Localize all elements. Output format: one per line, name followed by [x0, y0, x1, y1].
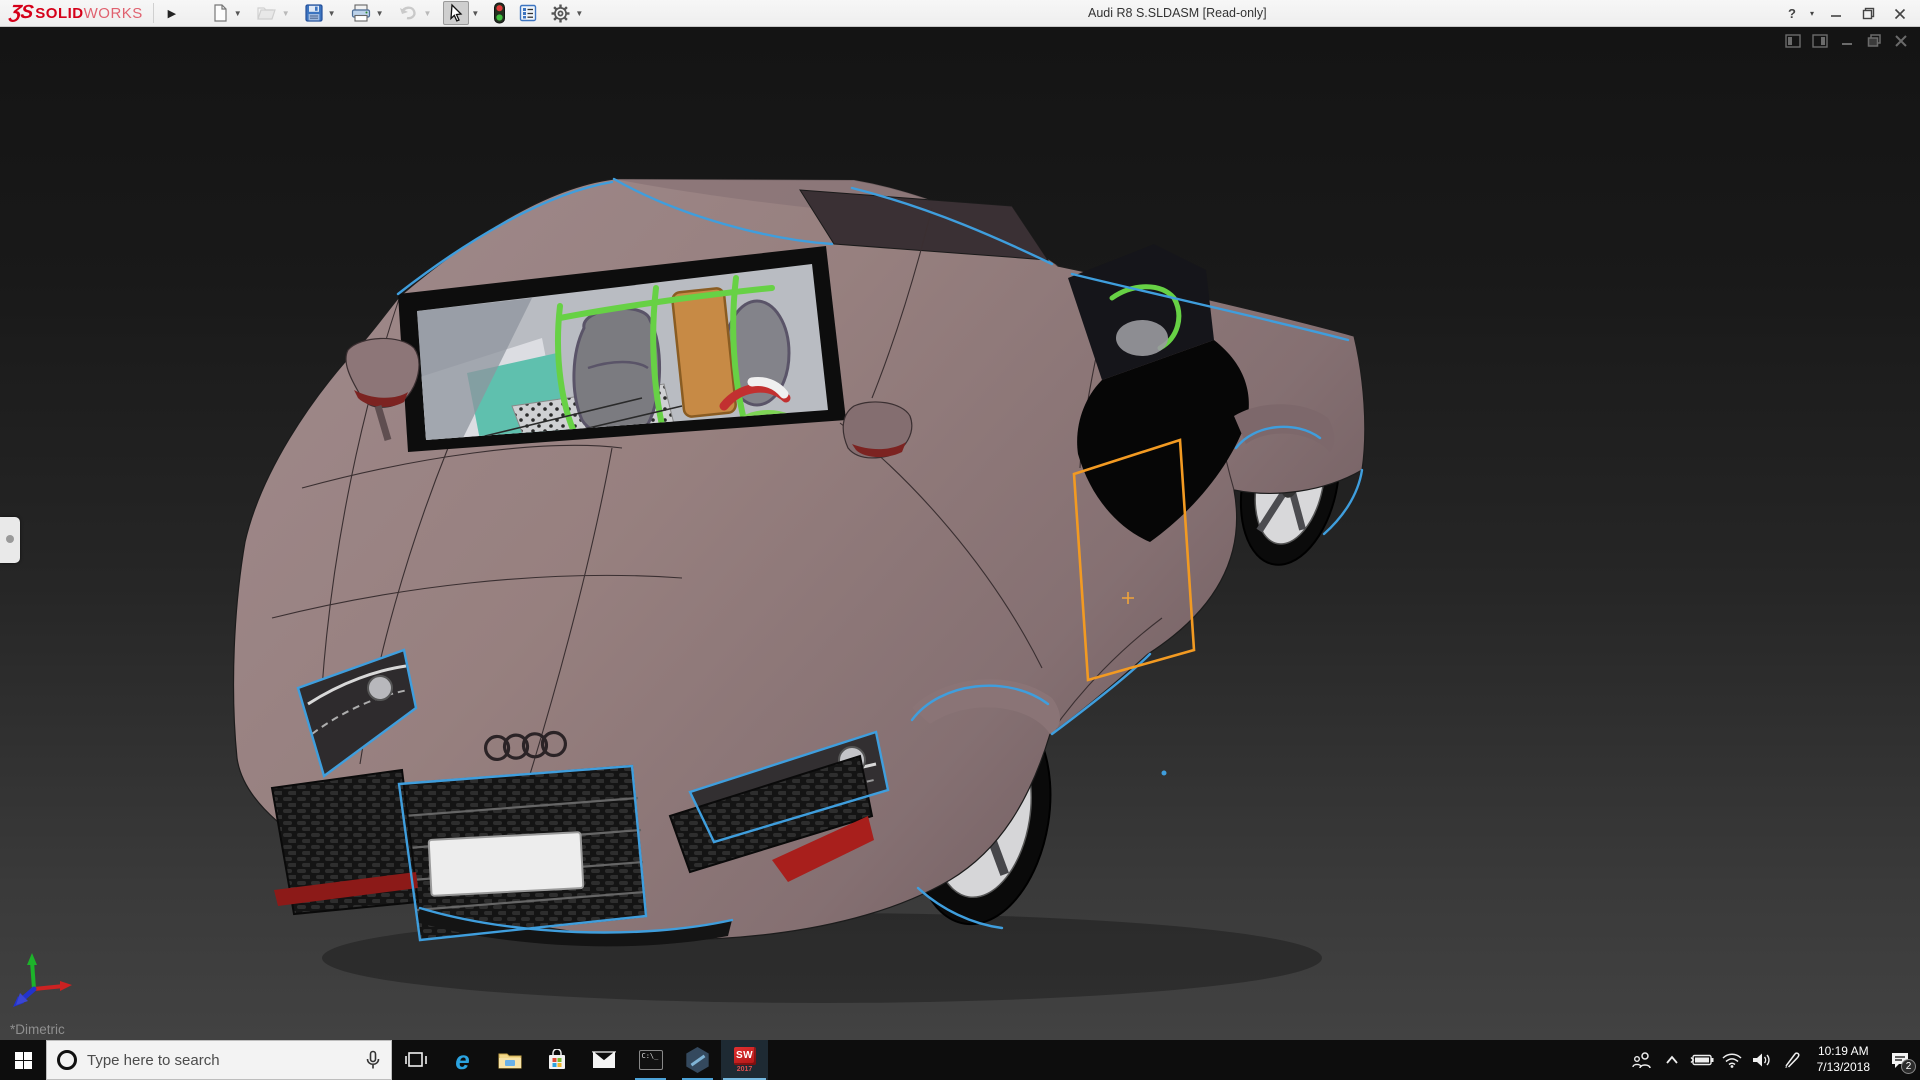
window-controls: ? ▾	[1782, 0, 1914, 27]
solidworks-app: ƷS SOLID WORKS ▶ ▼ ▼ ▼ ▼ ▼ ▼ ▼ Audi R8 S…	[0, 0, 1920, 1080]
gear-icon	[551, 4, 570, 22]
print-icon	[351, 4, 370, 22]
minimize-button[interactable]	[1822, 3, 1850, 25]
orientation-triad	[13, 953, 72, 1007]
hidden-icons-chevron[interactable]	[1657, 1040, 1687, 1080]
doc-close-icon[interactable]	[1892, 33, 1910, 49]
license-plate	[427, 831, 585, 897]
volume-icon[interactable]	[1747, 1040, 1777, 1080]
store-icon	[548, 1049, 565, 1069]
notification-badge: 2	[1901, 1059, 1916, 1074]
hexagon-app-icon	[686, 1047, 709, 1073]
new-document-dropdown[interactable]: ▼	[234, 9, 242, 18]
new-document-icon	[214, 4, 227, 22]
split-pane-right-icon[interactable]	[1811, 33, 1829, 49]
microsoft-store-button[interactable]	[533, 1040, 580, 1080]
feature-manager-collapsed-tab[interactable]	[0, 517, 20, 563]
quick-access-toolbar: ▼ ▼ ▼ ▼ ▼ ▼ ▼	[208, 0, 595, 27]
solidworks-logo-works: WORKS	[83, 4, 143, 22]
split-pane-left-icon[interactable]	[1784, 33, 1802, 49]
open-icon	[256, 7, 276, 20]
right-mirror[interactable]	[842, 401, 913, 459]
save-button[interactable]	[302, 1, 326, 25]
file-explorer-icon	[498, 1053, 521, 1069]
search-input[interactable]	[87, 1051, 355, 1069]
help-dropdown[interactable]: ▾	[1806, 3, 1818, 25]
solidworks-2017-icon: SW 2017	[733, 1047, 756, 1073]
battery-icon[interactable]	[1687, 1040, 1717, 1080]
taskbar-search[interactable]	[46, 1040, 392, 1080]
3d-model-audi-r8[interactable]	[212, 148, 1372, 1020]
vertex-point	[1161, 770, 1167, 776]
solidworks-2017-button[interactable]: SW 2017	[721, 1040, 768, 1080]
system-tray: 10:19 AM 7/13/2018 2	[1627, 1040, 1920, 1080]
edge-icon: e	[455, 1045, 470, 1075]
minimize-icon	[1831, 14, 1841, 17]
print-dropdown[interactable]: ▼	[376, 9, 384, 18]
close-icon	[1894, 8, 1906, 19]
restore-button[interactable]	[1854, 3, 1882, 25]
traffic-light-icon	[494, 2, 506, 24]
taskbar-clock[interactable]: 10:19 AM 7/13/2018	[1807, 1044, 1880, 1075]
windows-logo-icon	[14, 1051, 32, 1069]
windows-taskbar: e	[0, 1040, 1920, 1080]
doc-restore-icon[interactable]	[1865, 33, 1883, 49]
edge-browser-button[interactable]: e	[439, 1040, 486, 1080]
open-dropdown[interactable]: ▼	[282, 9, 290, 18]
options-dropdown[interactable]: ▼	[575, 9, 583, 18]
new-document-button[interactable]	[208, 1, 232, 25]
solidworks-logo: ƷS SOLID WORKS	[0, 0, 149, 27]
command-prompt-icon: C:\_	[638, 1050, 663, 1070]
open-button[interactable]	[254, 1, 280, 25]
undo-dropdown[interactable]: ▼	[423, 9, 431, 18]
microphone-icon[interactable]	[365, 1050, 381, 1070]
display-settings-button[interactable]	[516, 1, 540, 25]
people-icon[interactable]	[1627, 1040, 1657, 1080]
hexagon-app-button[interactable]	[674, 1040, 721, 1080]
mail-button[interactable]	[580, 1040, 627, 1080]
clock-date: 7/13/2018	[1816, 1060, 1870, 1074]
task-view-icon	[404, 1052, 427, 1067]
view-orientation-label: *Dimetric	[10, 1022, 65, 1037]
task-view-button[interactable]	[392, 1040, 439, 1080]
document-window-controls	[1784, 33, 1910, 49]
select-cursor-icon	[450, 3, 463, 22]
graphics-viewport[interactable]: *Dimetric	[0, 27, 1920, 1040]
solidworks-logo-solid: SOLID	[35, 4, 84, 22]
print-button[interactable]	[348, 1, 374, 25]
window-title: Audi R8 S.SLDASM [Read-only]	[1088, 6, 1267, 20]
undo-button[interactable]	[395, 1, 421, 25]
restore-icon	[1862, 7, 1874, 20]
pen-icon[interactable]	[1777, 1040, 1807, 1080]
help-button[interactable]: ?	[1782, 3, 1802, 25]
select-tool-dropdown[interactable]: ▼	[471, 9, 479, 18]
doc-minimize-icon[interactable]	[1838, 33, 1856, 49]
start-button[interactable]	[0, 1040, 46, 1080]
menu-flyout-arrow[interactable]: ▶	[164, 3, 180, 23]
command-prompt-button[interactable]: C:\_	[627, 1040, 674, 1080]
cortana-icon	[57, 1050, 77, 1070]
clock-time: 10:19 AM	[1817, 1044, 1869, 1059]
options-button[interactable]	[548, 1, 573, 25]
display-settings-icon	[520, 4, 537, 22]
taskbar-app-icons: e C:\_ SW 2017	[392, 1040, 768, 1080]
file-explorer-button[interactable]	[486, 1040, 533, 1080]
wifi-icon[interactable]	[1717, 1040, 1747, 1080]
toolbar-separator	[152, 3, 154, 23]
mail-icon	[591, 1051, 616, 1068]
title-bar: ƷS SOLID WORKS ▶ ▼ ▼ ▼ ▼ ▼ ▼ ▼ Audi R8 S…	[0, 0, 1920, 27]
traffic-light-button[interactable]	[491, 1, 508, 25]
action-center-button[interactable]: 2	[1880, 1040, 1920, 1080]
undo-icon	[400, 6, 417, 20]
left-air-intake	[270, 768, 420, 916]
save-icon	[305, 4, 323, 22]
select-tool-button[interactable]	[443, 1, 470, 25]
close-button[interactable]	[1886, 3, 1914, 25]
save-dropdown[interactable]: ▼	[328, 9, 336, 18]
solidworks-logo-mark: ƷS	[8, 2, 34, 23]
